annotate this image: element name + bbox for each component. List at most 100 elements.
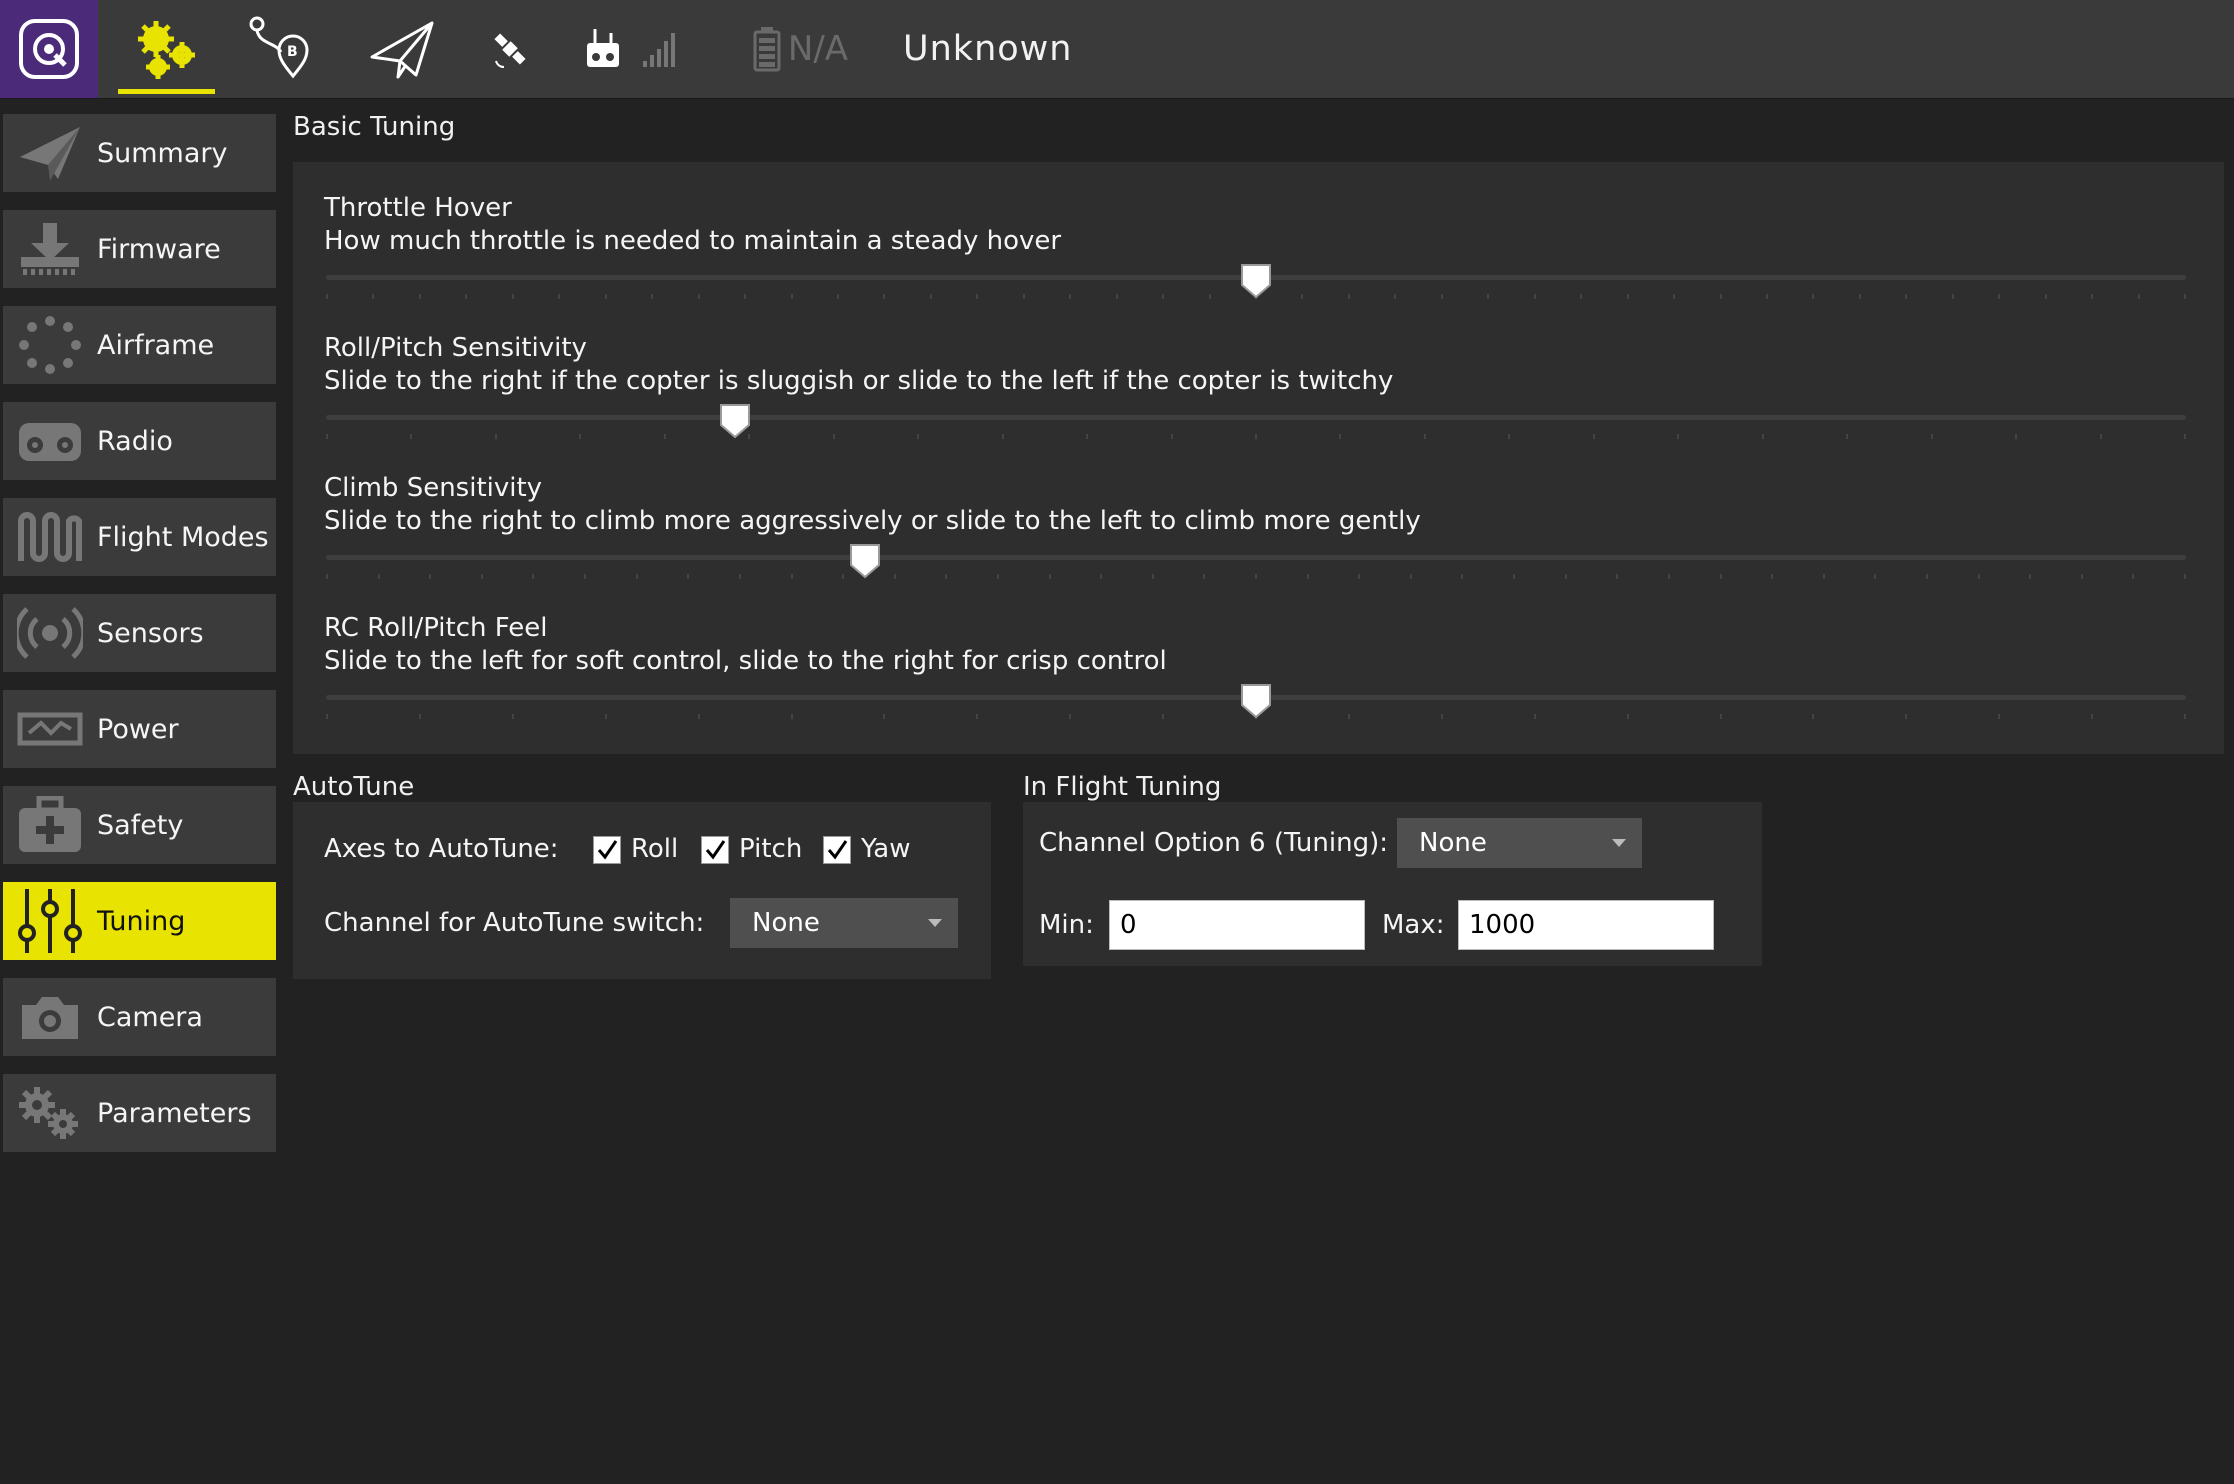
download-icon (21, 223, 79, 275)
slider-tick (1616, 574, 1618, 579)
slider-tick (2132, 574, 2134, 579)
sidebar-item-flight-modes[interactable]: Flight Modes (3, 498, 276, 576)
in-flight-tuning-title: In Flight Tuning (1023, 772, 1222, 802)
slider-tick (326, 574, 328, 579)
sidebar-item-label: Flight Modes (97, 521, 269, 553)
slider-tick (1255, 434, 1257, 439)
slider-tick (1394, 294, 1396, 299)
slider-tick (1441, 714, 1443, 719)
slider-tick (465, 294, 467, 299)
battery-text: N/A (787, 29, 849, 69)
rc-rssi-button[interactable] (580, 0, 690, 98)
slider-tick (744, 294, 746, 299)
max-field[interactable]: 1000 (1458, 900, 1714, 950)
slider-tick (1255, 574, 1257, 579)
slider-tick (1534, 714, 1536, 719)
roll-pitch-sensitivity-slider-handle[interactable] (719, 403, 751, 439)
slider-tick (791, 294, 793, 299)
camera-icon (22, 997, 78, 1039)
channel-option-dropdown[interactable]: None (1397, 818, 1642, 868)
slider-tick (1348, 714, 1350, 719)
rc-roll-pitch-feel-title: RC Roll/Pitch Feel (324, 613, 548, 643)
sidebar-item-safety[interactable]: Safety (3, 786, 276, 864)
pitch-checkbox[interactable] (701, 836, 729, 864)
parameters-gears-icon (19, 1087, 78, 1139)
slider-tick (1023, 294, 1025, 299)
min-field[interactable]: 0 (1109, 900, 1365, 950)
slider-tick (651, 294, 653, 299)
gps-status-button[interactable] (480, 0, 540, 98)
slider-tick (532, 574, 534, 579)
pitch-checkbox-label[interactable]: Pitch (739, 834, 802, 864)
slider-tick (1209, 294, 1211, 299)
roll-checkbox[interactable] (593, 836, 621, 864)
sidebar-item-tuning[interactable]: Tuning (3, 882, 276, 960)
rc-roll-pitch-feel-description: Slide to the left for soft control, slid… (324, 646, 1167, 676)
yaw-checkbox[interactable] (823, 836, 851, 864)
slider-tick (584, 574, 586, 579)
slider-tick (1508, 434, 1510, 439)
slider-tick (1461, 574, 1463, 579)
sidebar-item-camera[interactable]: Camera (3, 978, 276, 1056)
slider-tick (1823, 574, 1825, 579)
slider-tick (1978, 574, 1980, 579)
slider-tick (495, 434, 497, 439)
slider-tick (1859, 294, 1861, 299)
slider-tick (1069, 714, 1071, 719)
roll-checkbox-label[interactable]: Roll (631, 834, 678, 864)
slider-tick (2029, 574, 2031, 579)
sidebar-item-parameters[interactable]: Parameters (3, 1074, 276, 1152)
slider-tick (1998, 294, 2000, 299)
gps-satellite-icon (494, 33, 526, 68)
rc-roll-pitch-feel-slider-handle[interactable] (1240, 683, 1272, 719)
vehicle-status-text[interactable]: Unknown (903, 0, 1072, 98)
slider-tick (917, 434, 919, 439)
slider-tick (1049, 574, 1051, 579)
slider-tick (1487, 294, 1489, 299)
slider-tick (1720, 294, 1722, 299)
slider-tick (1513, 574, 1515, 579)
sidebar-item-sensors[interactable]: Sensors (3, 594, 276, 672)
slider-tick (326, 294, 328, 299)
slider-tick (698, 294, 700, 299)
setup-gears-icon (137, 21, 195, 79)
slider-tick (1069, 294, 1071, 299)
min-label: Min: (1039, 910, 1094, 940)
radio-transmitter-icon (19, 423, 81, 461)
throttle-hover-slider-handle[interactable] (1240, 263, 1272, 299)
slider-tick (1580, 294, 1582, 299)
qgc-logo-icon[interactable] (0, 0, 98, 98)
battery-status-button[interactable]: N/A (740, 0, 860, 98)
slider-tick (1677, 434, 1679, 439)
slider-tick (833, 434, 835, 439)
slider-tick (2138, 294, 2140, 299)
slider-tick (930, 294, 932, 299)
slider-tick (739, 574, 741, 579)
plan-view-button[interactable]: B (240, 0, 320, 98)
slider-tick (2091, 294, 2093, 299)
fly-view-button[interactable] (358, 0, 448, 98)
sidebar-item-airframe[interactable]: Airframe (3, 306, 276, 384)
climb-sensitivity-ticks (326, 574, 2186, 580)
autotune-panel (293, 802, 991, 979)
roll-pitch-sensitivity-title: Roll/Pitch Sensitivity (324, 333, 587, 363)
slider-tick (2184, 434, 2186, 439)
slider-tick (1668, 574, 1670, 579)
flight-modes-wave-icon (18, 512, 82, 562)
slider-tick (1100, 574, 1102, 579)
roll-pitch-sensitivity-slider[interactable] (326, 415, 2186, 420)
yaw-checkbox-label[interactable]: Yaw (861, 834, 911, 864)
sidebar-item-radio[interactable]: Radio (3, 402, 276, 480)
sidebar-item-power[interactable]: Power (3, 690, 276, 768)
slider-tick (372, 294, 374, 299)
slider-tick (1116, 294, 1118, 299)
climb-sensitivity-slider-handle[interactable] (849, 543, 881, 579)
slider-tick (945, 574, 947, 579)
sidebar-item-firmware[interactable]: Firmware (3, 210, 276, 288)
climb-sensitivity-slider[interactable] (326, 555, 2186, 560)
slider-tick (1171, 434, 1173, 439)
autotune-channel-dropdown[interactable]: None (730, 898, 958, 948)
setup-view-button[interactable] (118, 0, 215, 98)
slider-tick (791, 574, 793, 579)
sidebar-item-summary[interactable]: Summary (3, 114, 276, 192)
